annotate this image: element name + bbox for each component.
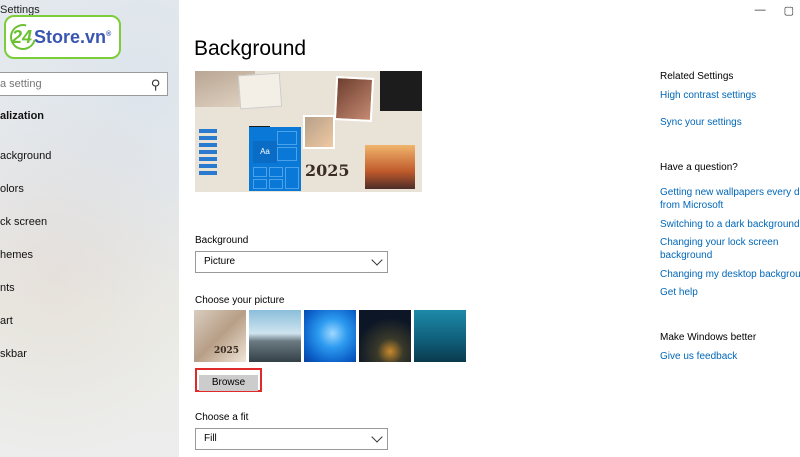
maximize-button[interactable]: ▢ (784, 4, 794, 17)
sidebar-item-taskbar[interactable]: skbar (0, 348, 27, 360)
make-windows-better-heading: Make Windows better (660, 332, 757, 343)
logo-circle-icon (5, 19, 41, 55)
chevron-down-icon (371, 254, 383, 266)
related-settings-heading: Related Settings (660, 71, 734, 82)
desktop-background-link[interactable]: Changing my desktop backgrour (660, 268, 800, 281)
picture-thumbnail[interactable] (414, 310, 466, 362)
preview-clock-image (303, 115, 335, 149)
preview-year-text: 2025 (305, 161, 350, 180)
logo-text: Store.vn® (34, 26, 112, 47)
picture-thumbnail[interactable] (304, 310, 356, 362)
lock-screen-link[interactable]: Changing your lock screen (660, 236, 778, 249)
fit-dropdown[interactable]: Fill (195, 428, 388, 450)
sidebar-item-background[interactable]: ackground (0, 150, 51, 162)
sidebar-item-themes[interactable]: hemes (0, 249, 33, 261)
preview-note-image (237, 72, 283, 110)
picture-thumbnail[interactable] (194, 310, 246, 362)
get-help-link[interactable]: Get help (660, 286, 698, 299)
window-controls: — ▢ (755, 4, 800, 17)
sidebar-item-start[interactable]: art (0, 315, 13, 327)
dark-background-link[interactable]: Switching to a dark background t (660, 218, 800, 231)
sync-settings-link[interactable]: Sync your settings (660, 116, 742, 129)
search-input[interactable] (0, 78, 140, 90)
browse-button[interactable]: Browse (199, 374, 258, 391)
fit-label: Choose a fit (195, 412, 249, 423)
chevron-down-icon (371, 431, 383, 443)
sidebar-item-fonts[interactable]: nts (0, 282, 15, 294)
browse-highlight: Browse (195, 368, 262, 392)
background-label: Background (195, 235, 249, 246)
minimize-button[interactable]: — (755, 4, 766, 17)
preview-sample-text: Aa (253, 141, 277, 163)
picture-thumbnail[interactable] (249, 310, 301, 362)
question-heading: Have a question? (660, 162, 738, 173)
wallpapers-link[interactable]: Getting new wallpapers every day (660, 186, 800, 199)
picture-thumbnail[interactable] (359, 310, 411, 362)
feedback-link[interactable]: Give us feedback (660, 350, 737, 363)
high-contrast-link[interactable]: High contrast settings (660, 89, 756, 102)
background-type-value: Picture (204, 256, 236, 267)
preview-sunset-image (365, 145, 415, 189)
desktop-preview: Aa 2025 (195, 71, 422, 192)
preview-photo-image (333, 76, 375, 122)
sidebar: Settings 24 Store.vn® ⚲ alization ackgro… (0, 0, 179, 457)
picture-thumbnails (194, 310, 466, 362)
lock-screen-link-cont[interactable]: background (660, 249, 712, 262)
wallpapers-link-cont[interactable]: from Microsoft (660, 199, 723, 212)
fit-value: Fill (204, 433, 217, 444)
store-logo: 24 Store.vn® (4, 15, 121, 59)
sidebar-heading: alization (0, 110, 45, 122)
choose-picture-label: Choose your picture (195, 295, 285, 306)
sidebar-item-colors[interactable]: olors (0, 183, 24, 195)
search-icon[interactable]: ⚲ (151, 77, 161, 93)
page-title: Background (194, 37, 307, 60)
preview-list-icon (199, 126, 221, 190)
preview-dark-image (380, 71, 422, 111)
background-type-dropdown[interactable]: Picture (195, 251, 388, 273)
settings-search-box[interactable]: ⚲ (0, 72, 168, 96)
sidebar-item-lock-screen[interactable]: ck screen (0, 216, 47, 228)
